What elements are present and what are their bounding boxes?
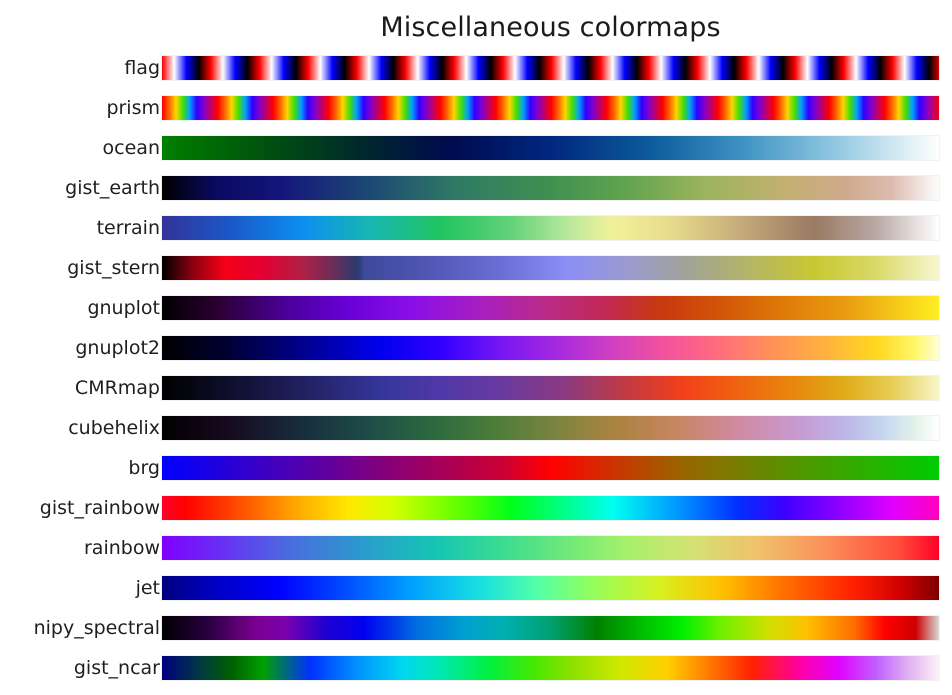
- colormap-bar-gist_ncar: [161, 655, 940, 681]
- colormap-bar-brg: [161, 455, 940, 481]
- colormap-row-gist_ncar: gist_ncar: [0, 655, 952, 695]
- colormap-row-cubehelix: cubehelix: [0, 415, 952, 455]
- colormap-bar-gnuplot2: [161, 335, 940, 361]
- colormap-bar-gist_rainbow: [161, 495, 940, 521]
- colormap-row-ocean: ocean: [0, 135, 952, 175]
- colormap-label-ocean: ocean: [102, 137, 160, 159]
- colormap-row-gnuplot2: gnuplot2: [0, 335, 952, 375]
- colormap-bar-rainbow: [161, 535, 940, 561]
- colormap-label-nipy_spectral: nipy_spectral: [33, 617, 160, 639]
- colormap-label-flag: flag: [124, 57, 160, 79]
- colormap-label-rainbow: rainbow: [84, 537, 160, 559]
- colormap-bar-gnuplot: [161, 295, 940, 321]
- colormap-label-gist_ncar: gist_ncar: [73, 657, 160, 679]
- colormap-row-CMRmap: CMRmap: [0, 375, 952, 415]
- colormap-label-gist_earth: gist_earth: [65, 177, 160, 199]
- colormap-row-nipy_spectral: nipy_spectral: [0, 615, 952, 655]
- colormap-bar-terrain: [161, 215, 940, 241]
- colormap-bar-flag: [161, 55, 940, 81]
- colormap-bar-CMRmap: [161, 375, 940, 401]
- colormap-label-brg: brg: [128, 457, 160, 479]
- colormap-label-CMRmap: CMRmap: [74, 377, 160, 399]
- colormap-label-prism: prism: [106, 97, 160, 119]
- colormap-row-gnuplot: gnuplot: [0, 295, 952, 335]
- colormap-row-gist_stern: gist_stern: [0, 255, 952, 295]
- colormap-label-gnuplot: gnuplot: [87, 297, 160, 319]
- colormap-bar-gist_earth: [161, 175, 940, 201]
- colormap-reference-figure: Miscellaneous colormaps flag prism ocean…: [0, 0, 952, 690]
- colormap-row-list: flag prism ocean gist_earth terrain gist…: [0, 55, 952, 695]
- colormap-row-flag: flag: [0, 55, 952, 95]
- colormap-label-gist_stern: gist_stern: [67, 257, 160, 279]
- colormap-row-brg: brg: [0, 455, 952, 495]
- colormap-row-prism: prism: [0, 95, 952, 135]
- colormap-row-rainbow: rainbow: [0, 535, 952, 575]
- colormap-label-terrain: terrain: [96, 217, 160, 239]
- colormap-label-gnuplot2: gnuplot2: [75, 337, 160, 359]
- colormap-bar-ocean: [161, 135, 940, 161]
- colormap-bar-cubehelix: [161, 415, 940, 441]
- colormap-bar-prism: [161, 95, 940, 121]
- colormap-row-terrain: terrain: [0, 215, 952, 255]
- colormap-bar-jet: [161, 575, 940, 601]
- colormap-bar-gist_stern: [161, 255, 940, 281]
- colormap-row-gist_rainbow: gist_rainbow: [0, 495, 952, 535]
- colormap-label-gist_rainbow: gist_rainbow: [39, 497, 160, 519]
- colormap-row-jet: jet: [0, 575, 952, 615]
- colormap-row-gist_earth: gist_earth: [0, 175, 952, 215]
- colormap-bar-nipy_spectral: [161, 615, 940, 641]
- colormap-label-cubehelix: cubehelix: [68, 417, 160, 439]
- colormap-label-jet: jet: [135, 577, 160, 599]
- page-title: Miscellaneous colormaps: [380, 12, 721, 43]
